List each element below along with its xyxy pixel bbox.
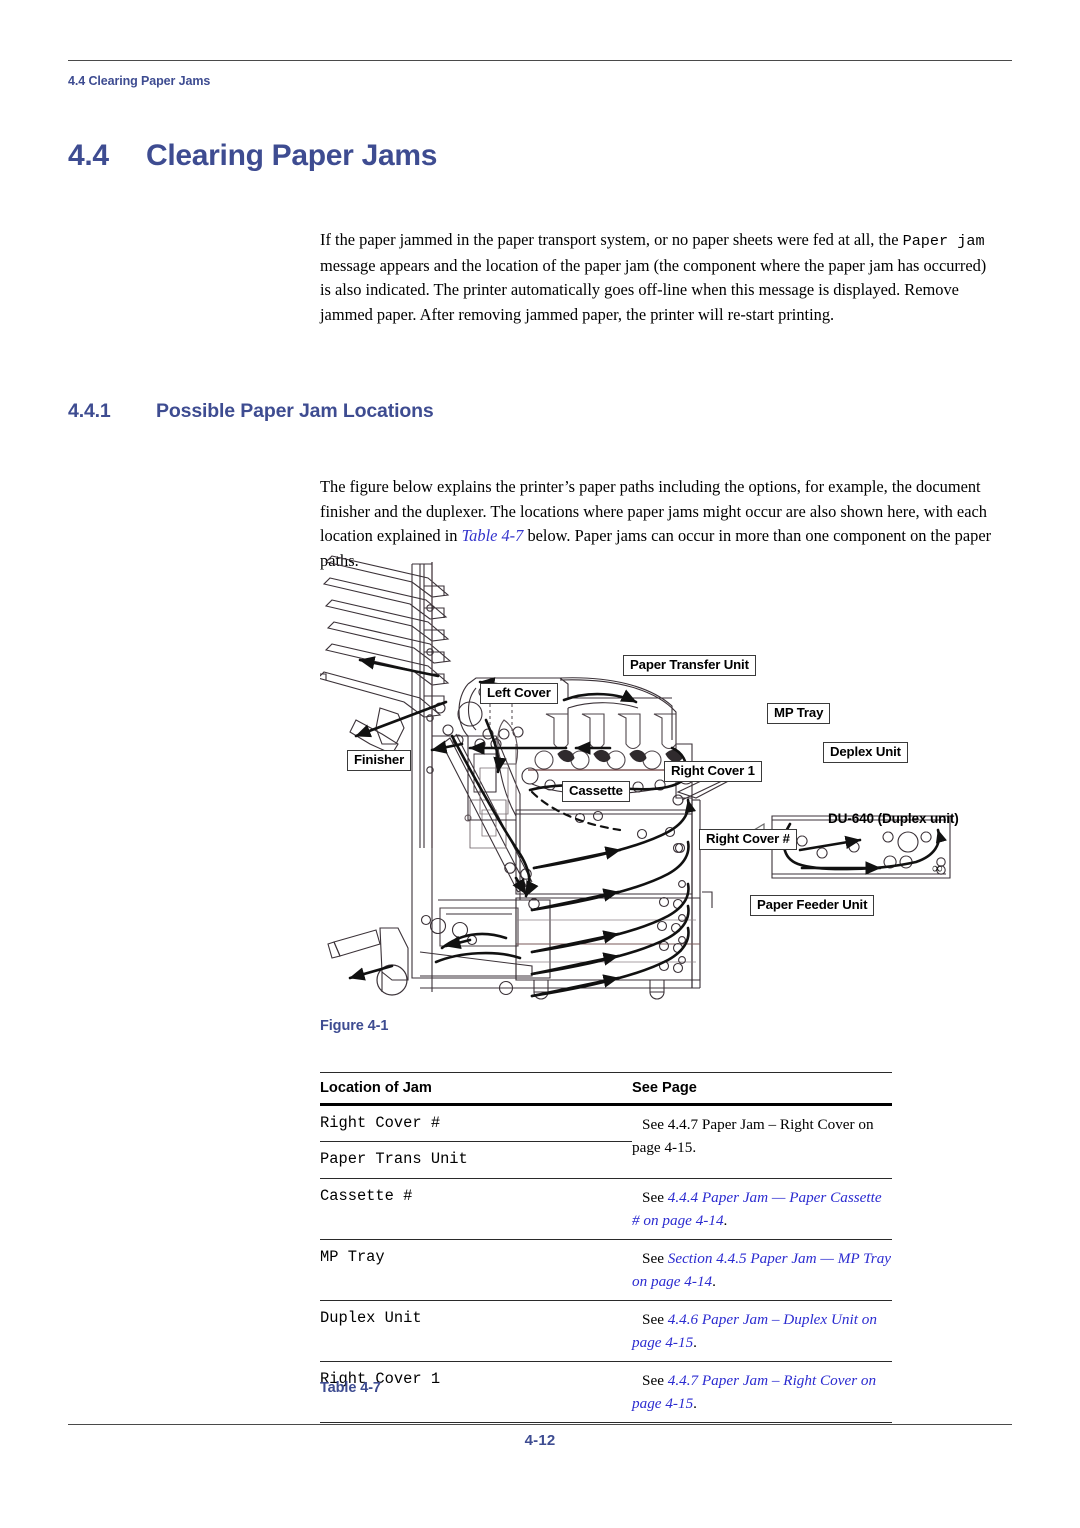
callout-du640-label: DU-640 (Duplex unit) <box>828 811 959 826</box>
callout-paper-transfer-unit: Paper Transfer Unit <box>623 655 756 676</box>
see-period: . <box>693 1333 697 1351</box>
callout-finisher: Finisher <box>347 750 412 771</box>
see-label: See <box>642 1371 668 1389</box>
printer-cross-section-drawing: ∞ <box>320 555 951 1000</box>
see-label: See <box>642 1310 668 1328</box>
table-cell-see-page: See 4.4.7 Paper Jam – Right Cover on pag… <box>632 1106 892 1178</box>
table-row: Cassette # See 4.4.4 Paper Jam — Paper C… <box>320 1179 892 1239</box>
infinity-symbol: ∞ <box>932 861 943 877</box>
see-label: See <box>642 1249 668 1267</box>
section-heading-number: 4.4.1 <box>68 400 111 422</box>
table-row: Duplex Unit See 4.4.6 Paper Jam – Duplex… <box>320 1301 892 1361</box>
table-header-row: Location of Jam See Page <box>320 1073 892 1103</box>
page-title-text: Clearing Paper Jams <box>146 139 438 172</box>
merged-location-cells: Right Cover # Paper Trans Unit <box>320 1106 632 1178</box>
intro-paragraph: If the paper jammed in the paper transpo… <box>320 228 996 327</box>
table-bottom-rule <box>320 1421 892 1423</box>
table-header-location: Location of Jam <box>320 1080 432 1096</box>
callout-paper-feeder-unit: Paper Feeder Unit <box>750 895 875 916</box>
table-row: MP Tray See Section 4.4.5 Paper Jam — MP… <box>320 1240 892 1300</box>
figure-caption: Figure 4-1 <box>320 1018 389 1034</box>
finisher-body <box>327 562 552 996</box>
page-number: 4-12 <box>524 1432 556 1449</box>
cross-reference-link[interactable]: 4.4.6 Paper Jam – Duplex Unit on page 4-… <box>632 1311 877 1351</box>
page-title: 4.4 Clearing Paper Jams <box>68 139 437 173</box>
cross-reference-link[interactable]: Section 4.4.5 Paper Jam — MP Tray on pag… <box>632 1250 891 1290</box>
header-rule <box>68 60 1012 61</box>
table-caption: Table 4-7 <box>320 1380 381 1396</box>
paper-path-diagram: ∞ Paper Transfer Unit Left Cover MP Tray… <box>320 548 1000 1008</box>
callout-right-cover-1: Right Cover 1 <box>664 761 762 782</box>
table-row-group-merged: Right Cover # Paper Trans Unit See 4.4.7… <box>320 1106 892 1178</box>
callout-mp-tray: MP Tray <box>767 703 831 724</box>
callout-right-cover-hash: Right Cover # <box>699 829 797 850</box>
section-heading: 4.4.1 Possible Paper Jam Locations <box>68 400 434 423</box>
see-period: . <box>693 1394 697 1412</box>
paper-jam-message: Paper jam <box>902 232 985 250</box>
callout-cassette: Cassette <box>562 781 630 802</box>
table-cell-location: Right Cover # <box>320 1114 441 1132</box>
table-cell-location: Duplex Unit <box>320 1308 422 1327</box>
cross-reference-link[interactable]: 4.4.7 Paper Jam – Right Cover on page 4-… <box>632 1372 876 1412</box>
callout-left-cover: Left Cover <box>480 683 558 704</box>
table-cell-location: MP Tray <box>320 1247 385 1266</box>
see-label: See <box>642 1188 668 1206</box>
table-cell-see-page: See 4.4.7 Paper Jam – Right Cover on pag… <box>632 1362 892 1422</box>
running-header: 4.4 Clearing Paper Jams <box>68 74 211 88</box>
table-cell-see-page: See Section 4.4.5 Paper Jam — MP Tray on… <box>632 1240 892 1300</box>
jam-location-table: Location of Jam See Page Right Cover # P… <box>320 1072 892 1423</box>
table-cell-location: Paper Trans Unit <box>320 1150 468 1169</box>
table-cell-see-page: See 4.4.4 Paper Jam — Paper Cassette # o… <box>632 1179 892 1239</box>
table-cross-reference-link[interactable]: Table 4-7 <box>462 526 524 545</box>
table-row: Right Cover 1 See 4.4.7 Paper Jam – Righ… <box>320 1362 892 1422</box>
see-period: . <box>723 1211 728 1229</box>
table-header-see-page: See Page <box>632 1080 697 1096</box>
see-period: . <box>692 1139 697 1156</box>
cross-reference-link[interactable]: 4.4.7 Paper Jam – Right Cover on page 4-… <box>632 1116 874 1156</box>
intro-text-1: If the paper jammed in the paper transpo… <box>320 230 903 249</box>
table-cell-see-page: See 4.4.6 Paper Jam – Duplex Unit on pag… <box>632 1301 892 1361</box>
section-heading-text: Possible Paper Jam Locations <box>156 400 434 422</box>
cross-reference-link[interactable]: 4.4.4 Paper Jam — Paper Cassette # on pa… <box>632 1189 882 1229</box>
see-label: See <box>642 1116 668 1133</box>
document-page: 4.4 Clearing Paper Jams 4.4 Clearing Pap… <box>0 0 1080 1528</box>
callout-deplex-unit: Deplex Unit <box>823 742 908 763</box>
intro-text-2: message appears and the location of the … <box>320 255 987 324</box>
footer-rule <box>68 1424 1012 1425</box>
table-cell-location: Cassette # <box>320 1186 413 1205</box>
see-period: . <box>712 1272 716 1290</box>
page-title-number: 4.4 <box>68 139 109 172</box>
